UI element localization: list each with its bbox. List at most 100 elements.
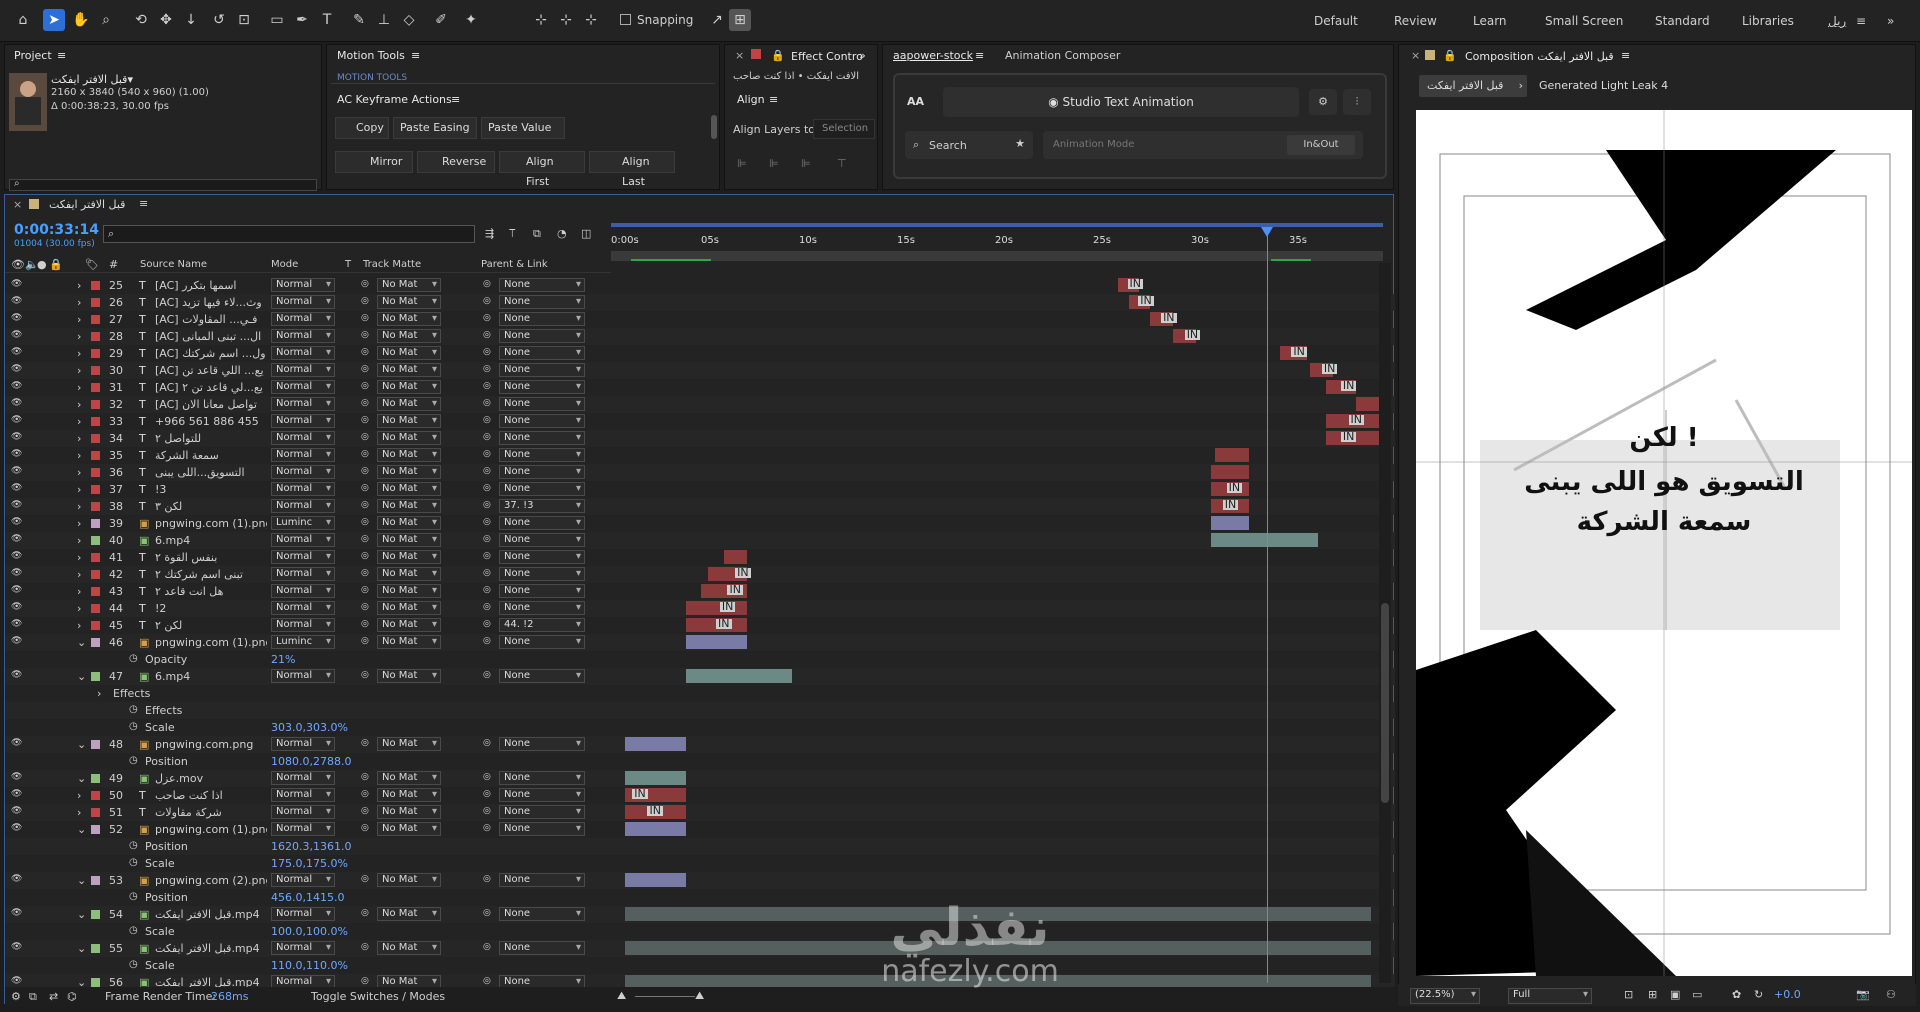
mode-select[interactable]: Normal (271, 329, 335, 343)
track-matte-select[interactable]: No Mat (377, 873, 441, 887)
eye-icon[interactable]: 👁 (11, 466, 22, 476)
matte-link-icon[interactable]: ◎ (361, 381, 369, 391)
workspace-reel[interactable]: ريل (1828, 14, 1846, 28)
eye-icon[interactable]: 👁 (11, 670, 22, 680)
layer-name[interactable]: [AC] يع...لي قاعد تن ٢ (155, 381, 263, 394)
track-matte-select[interactable]: No Mat (377, 550, 441, 564)
twirl-chevron-icon[interactable]: › (77, 568, 81, 581)
axis-world-icon[interactable]: ⊹ (555, 9, 577, 31)
eye-icon[interactable]: 👁 (11, 398, 22, 408)
twirl-chevron-icon[interactable]: › (77, 551, 81, 564)
eye-icon[interactable]: 👁 (11, 772, 22, 782)
label-color-swatch[interactable] (91, 978, 100, 987)
copy-button[interactable]: Copy (335, 117, 389, 139)
scrollbar-thumb[interactable] (1381, 603, 1389, 803)
table-row[interactable]: 👁 › 26 T [AC] وث...لاء فيها تزيد Normal ◎ No Ma… (5, 294, 1395, 311)
composition-close-icon[interactable]: × (1411, 49, 1420, 62)
eye-icon[interactable]: 👁 (11, 296, 22, 306)
parent-pickwhip-icon[interactable]: ◎ (483, 738, 491, 748)
layer-name[interactable]: قبل الافتر ايفكت.mp4 (155, 942, 260, 955)
label-color-swatch[interactable] (91, 910, 100, 919)
parent-select[interactable]: None (499, 312, 585, 326)
track-matte-select[interactable]: No Mat (377, 907, 441, 921)
table-row[interactable]: 👁 › 39 ▣ pngwing.com (1).png Luminc ◎ No Mat ◎ No… (5, 515, 1395, 532)
table-row[interactable]: 👁 ⌄ 54 ▣ قبل الافتر ايفكت.mp4 Normal ◎ No Mat ◎ N… (5, 906, 1395, 923)
layer-name[interactable]: +966 561 886 455 (155, 415, 259, 428)
workspace-learn[interactable]: Learn (1473, 14, 1507, 28)
reverse-button[interactable]: Reverse (417, 151, 495, 173)
parent-pickwhip-icon[interactable]: ◎ (483, 466, 491, 476)
layer-duration-bar[interactable] (624, 873, 686, 887)
twirl-chevron-icon[interactable]: › (77, 415, 81, 428)
property-row[interactable]: ◷ Effects (5, 702, 1395, 719)
twirl-chevron-icon[interactable]: ⌄ (77, 823, 86, 836)
timeline-search-input[interactable]: ⌕ (103, 225, 475, 243)
matte-link-icon[interactable]: ◎ (361, 738, 369, 748)
parent-pickwhip-icon[interactable]: ◎ (483, 670, 491, 680)
workspace-standard[interactable]: Standard (1655, 14, 1710, 28)
mode-select[interactable]: Normal (271, 414, 335, 428)
axis-view-icon[interactable]: ⊹ (580, 9, 602, 31)
t-header[interactable]: T (345, 259, 351, 270)
mask-visibility-icon[interactable]: ▣ (1670, 988, 1680, 1001)
parent-select[interactable]: None (499, 601, 585, 615)
parent-select[interactable]: None (499, 907, 585, 921)
eye-icon[interactable]: 👁 (11, 789, 22, 799)
zoom-in-mountain-icon[interactable]: ⛰ (695, 989, 704, 1003)
draft-3d-icon[interactable]: ⟙ (509, 227, 516, 241)
lock-icon[interactable]: 🔒 (49, 258, 63, 271)
table-row[interactable]: 👁 › 40 ▣ 6.mp4 Normal ◎ No Mat ◎ None (5, 532, 1395, 549)
property-row[interactable]: ◷ Scale 175.0,175.0% (5, 855, 1395, 872)
dolly-camera-icon[interactable]: ↓ (180, 9, 202, 31)
label-color-swatch[interactable] (91, 400, 100, 409)
snapping-toggle[interactable]: Snapping (620, 13, 693, 27)
property-row[interactable]: ◷ Position 1620.3,1361.0 (5, 838, 1395, 855)
expand-modes-icon[interactable]: ⧉ (29, 990, 37, 1004)
composition-viewer[interactable]: لكن ! التسويق هو اللى يبنى سمعة الشركة (1416, 110, 1912, 976)
label-color-swatch[interactable] (91, 638, 100, 647)
parent-pickwhip-icon[interactable]: ◎ (483, 449, 491, 459)
parent-select[interactable]: None (499, 482, 585, 496)
composition-next-breadcrumb[interactable]: Generated Light Leak 4 (1539, 79, 1668, 92)
table-row[interactable]: 👁 › 50 T اذا كنت صاحب Normal ◎ No Mat ◎ None IN (5, 787, 1395, 804)
parent-select[interactable]: None (499, 669, 585, 683)
eye-icon[interactable]: 👁 (11, 534, 22, 544)
table-row[interactable]: 👁 › 27 T [AC] فـي... المقاولات Normal ◎ No Mat ◎… (5, 311, 1395, 328)
parent-select[interactable]: None (499, 635, 585, 649)
snap-grid-icon[interactable]: ⊞ (729, 9, 751, 31)
track-matte-select[interactable]: No Mat (377, 771, 441, 785)
stopwatch-icon[interactable]: ◷ (129, 704, 138, 715)
toggle-switches-modes[interactable]: Toggle Switches / Modes (311, 990, 445, 1003)
matte-link-icon[interactable]: ◎ (361, 976, 369, 986)
resolution-select[interactable]: Full (1508, 988, 1592, 1004)
align-layers-to-select[interactable]: Selection (813, 119, 875, 139)
layer-name[interactable]: [AC] فـي... المقاولات (155, 313, 257, 326)
track-matte-select[interactable]: No Mat (377, 788, 441, 802)
matte-link-icon[interactable]: ◎ (361, 823, 369, 833)
table-row[interactable]: 👁 › 36 T التسويق...اللى يبنى Normal ◎ No Mat ◎ No… (5, 464, 1395, 481)
layer-name[interactable]: [AC] تواصل معانا الان (155, 398, 257, 411)
matte-link-icon[interactable]: ◎ (361, 330, 369, 340)
parent-pickwhip-icon[interactable]: ◎ (483, 806, 491, 816)
parent-pickwhip-icon[interactable]: ◎ (483, 432, 491, 442)
table-row[interactable]: 👁 ⌄ 46 ▣ pngwing.com (1).png Luminc ◎ No Mat ◎ No… (5, 634, 1395, 651)
twirl-chevron-icon[interactable]: › (77, 619, 81, 632)
orbit-camera-icon[interactable]: ⟲ (130, 9, 152, 31)
matte-link-icon[interactable]: ◎ (361, 585, 369, 595)
project-menu-icon[interactable]: ≡ (57, 49, 66, 62)
eye-icon[interactable]: 👁 (11, 823, 22, 833)
twirl-chevron-icon[interactable]: › (77, 483, 81, 496)
label-color-swatch[interactable] (91, 383, 100, 392)
type-tool-icon[interactable]: T (316, 9, 338, 31)
settings-gear-icon[interactable]: ⚙ (1309, 89, 1337, 115)
matte-link-icon[interactable]: ◎ (361, 789, 369, 799)
twirl-chevron-icon[interactable]: › (77, 364, 81, 377)
mode-select[interactable]: Normal (271, 380, 335, 394)
eye-icon[interactable]: 👁 (11, 738, 22, 748)
label-color-swatch[interactable] (91, 604, 100, 613)
parent-pickwhip-icon[interactable]: ◎ (483, 772, 491, 782)
inout-button[interactable]: In&Out (1287, 135, 1355, 155)
matte-link-icon[interactable]: ◎ (361, 432, 369, 442)
composition-lock-icon[interactable]: 🔒 (1443, 49, 1457, 62)
track-matte-select[interactable]: No Mat (377, 363, 441, 377)
